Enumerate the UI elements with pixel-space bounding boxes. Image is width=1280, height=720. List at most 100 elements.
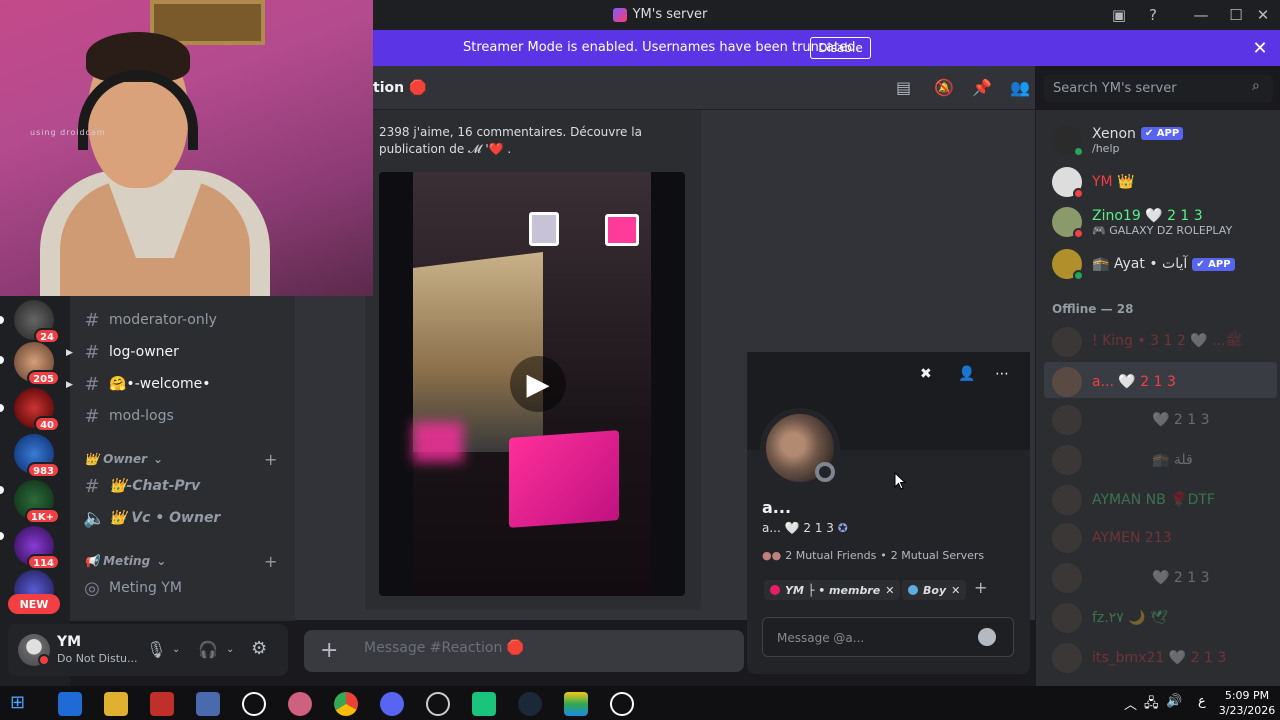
server-icon[interactable]: 1K+ [14, 480, 60, 524]
file-explorer-icon[interactable] [104, 692, 128, 716]
member-row[interactable]: its_bmx21 🤍 2 1 3 [1052, 638, 1226, 678]
more-options-icon[interactable]: ⋯ [995, 366, 1009, 382]
member-row[interactable]: AYMEN 213 [1052, 518, 1172, 558]
mention-badge: 40 [34, 416, 60, 432]
app-icon[interactable] [564, 692, 588, 716]
unread-caret-icon: ▶ [66, 348, 73, 358]
play-icon[interactable]: ▶ [510, 356, 566, 412]
member-row[interactable]: a... 🤍 2 1 3 [1052, 362, 1176, 402]
status-icon [1073, 146, 1084, 157]
channel-log-owner[interactable]: # log-owner [83, 339, 179, 365]
channel-vc-owner[interactable]: 🔈 👑 Vc • Owner [83, 505, 220, 531]
server-icon[interactable]: 114 [14, 526, 60, 570]
channel-mod-logs[interactable]: # mod-logs [83, 403, 173, 429]
app-icon[interactable] [196, 692, 220, 716]
status-icon [1073, 188, 1084, 199]
mutual-friends[interactable]: 2 Mutual Friends [785, 549, 876, 562]
search-icon[interactable]: ⌕ [1252, 78, 1260, 94]
hash-icon: # [84, 309, 100, 331]
member-row[interactable]: 🕋 Ayat • آيات ✔ APP [1052, 244, 1235, 284]
channel-chat-prv[interactable]: # 👑-Chat-Prv [83, 473, 200, 499]
inbox-icon[interactable]: ▣ [1102, 0, 1136, 30]
app-icon[interactable] [426, 692, 450, 716]
member-row[interactable]: Xenon ✔ APP/help [1052, 120, 1184, 160]
pin-icon[interactable]: 📌 [972, 78, 992, 97]
add-role-icon[interactable]: + [974, 578, 987, 597]
gear-icon[interactable]: ⚙ [251, 638, 267, 659]
avatar [1052, 563, 1082, 593]
member-row[interactable]: fz.٢٧ 🌙 🕊 [1052, 598, 1168, 638]
mutual-info[interactable]: ●● 2 Mutual Friends • 2 Mutual Servers [762, 549, 984, 562]
attach-plus-icon[interactable]: + [320, 638, 338, 663]
nitro-icon: ✪ [837, 521, 848, 535]
member-row[interactable]: ! King • ﷺ... 🤍 2 1 3 [1052, 322, 1242, 362]
store-icon[interactable] [58, 692, 82, 716]
message-input[interactable]: Message #Reaction 🛑 [364, 640, 524, 656]
member-name: YM 👑 [1092, 174, 1135, 190]
member-name: Xenon [1092, 125, 1136, 142]
new-badge[interactable]: NEW [8, 594, 60, 614]
chevron-down-icon[interactable]: ⌄ [172, 644, 180, 655]
emoji-icon[interactable] [978, 628, 996, 646]
member-text: 🕋 Ayat • آيات ✔ APP [1092, 256, 1235, 272]
close-window-button[interactable]: ✕ [1246, 0, 1280, 30]
voice-modifier-icon[interactable] [150, 692, 174, 716]
steam-icon[interactable] [518, 692, 542, 716]
category-owner[interactable]: 👑 Owner ⌄ [84, 449, 163, 469]
member-row[interactable]: 🤍 2 1 3 [1052, 400, 1210, 440]
channel-label: log-owner [109, 344, 179, 360]
mute-bell-icon[interactable]: 🔕 [934, 78, 954, 97]
user-name[interactable]: YM [57, 634, 81, 650]
headphones-icon[interactable]: 🎧 [198, 640, 218, 659]
channel-meting-ym[interactable]: ◎ Meting YM [83, 575, 182, 601]
tray-chevron-icon[interactable]: ︿ [1124, 694, 1137, 713]
chevron-down-icon[interactable]: ⌄ [226, 644, 234, 655]
member-text: Zino19 🤍 2 1 3 🎮 GALAXY DZ ROLEPLAY [1092, 208, 1232, 237]
app-icon[interactable] [288, 692, 312, 716]
add-channel-icon[interactable]: + [264, 450, 277, 469]
member-list-icon[interactable]: 👥 [1010, 78, 1030, 97]
mention-badge: 114 [27, 554, 60, 570]
mutual-servers[interactable]: 2 Mutual Servers [891, 549, 984, 562]
channel-welcome[interactable]: # 🤗•-welcome• [83, 371, 210, 397]
dm-input[interactable]: Message @a... [762, 617, 1014, 657]
disable-streamer-mode-button[interactable]: Disable [810, 37, 871, 59]
channel-moderator-only[interactable]: # moderator-only [83, 307, 216, 333]
member-row[interactable]: 🕋 قلة [1052, 440, 1193, 480]
threads-icon[interactable]: ▤ [896, 78, 911, 97]
help-icon[interactable]: ? [1136, 0, 1170, 30]
member-row[interactable]: YM 👑 [1052, 162, 1135, 202]
obs-icon[interactable] [242, 692, 266, 716]
voice-lock-icon: 🔈 [83, 507, 106, 529]
add-channel-icon[interactable]: + [264, 552, 277, 571]
chrome-icon[interactable] [334, 692, 358, 716]
member-row[interactable]: 🤍 2 1 3 [1052, 558, 1210, 598]
microphone-icon[interactable]: 🎙 [146, 640, 166, 659]
server-icon[interactable]: 24 [14, 300, 60, 344]
add-friend-icon[interactable]: 👤 [958, 366, 975, 382]
server-icon[interactable]: 205 [14, 342, 60, 386]
language-indicator[interactable]: ع [1198, 694, 1206, 709]
discord-icon[interactable] [380, 692, 404, 716]
remove-role-icon[interactable]: ✕ [951, 584, 960, 597]
app-icon[interactable] [610, 692, 634, 716]
app-icon[interactable] [472, 692, 496, 716]
member-name: a... 🤍 2 1 3 [1092, 374, 1176, 390]
remove-role-icon[interactable]: ✕ [885, 584, 894, 597]
category-meting[interactable]: 📢 Meting ⌄ [84, 551, 166, 571]
volume-icon[interactable]: 🔊 [1166, 694, 1182, 709]
member-name: 🕋 قلة [1152, 452, 1193, 468]
windows-start-icon[interactable]: ⊞ [10, 692, 34, 716]
network-icon[interactable]: 🖧 [1144, 694, 1159, 716]
search-input[interactable]: Search YM's server [1044, 75, 1273, 102]
hammer-icon[interactable]: ✖ [920, 366, 932, 382]
minimize-button[interactable]: — [1184, 0, 1218, 30]
close-banner-icon[interactable]: ✕ [1250, 37, 1270, 59]
member-row[interactable]: Zino19 🤍 2 1 3 🎮 GALAXY DZ ROLEPLAY [1052, 202, 1232, 242]
server-icon[interactable]: 40 [14, 388, 60, 432]
member-row[interactable]: AYMAN NB 🌹DTF [1052, 480, 1215, 520]
server-icon[interactable]: 983 [14, 434, 60, 478]
profile-name: a... [762, 498, 792, 517]
clock[interactable]: 5:09 PM 3/23/2026 [1218, 688, 1276, 718]
window-title-text: YM's server [632, 7, 708, 22]
